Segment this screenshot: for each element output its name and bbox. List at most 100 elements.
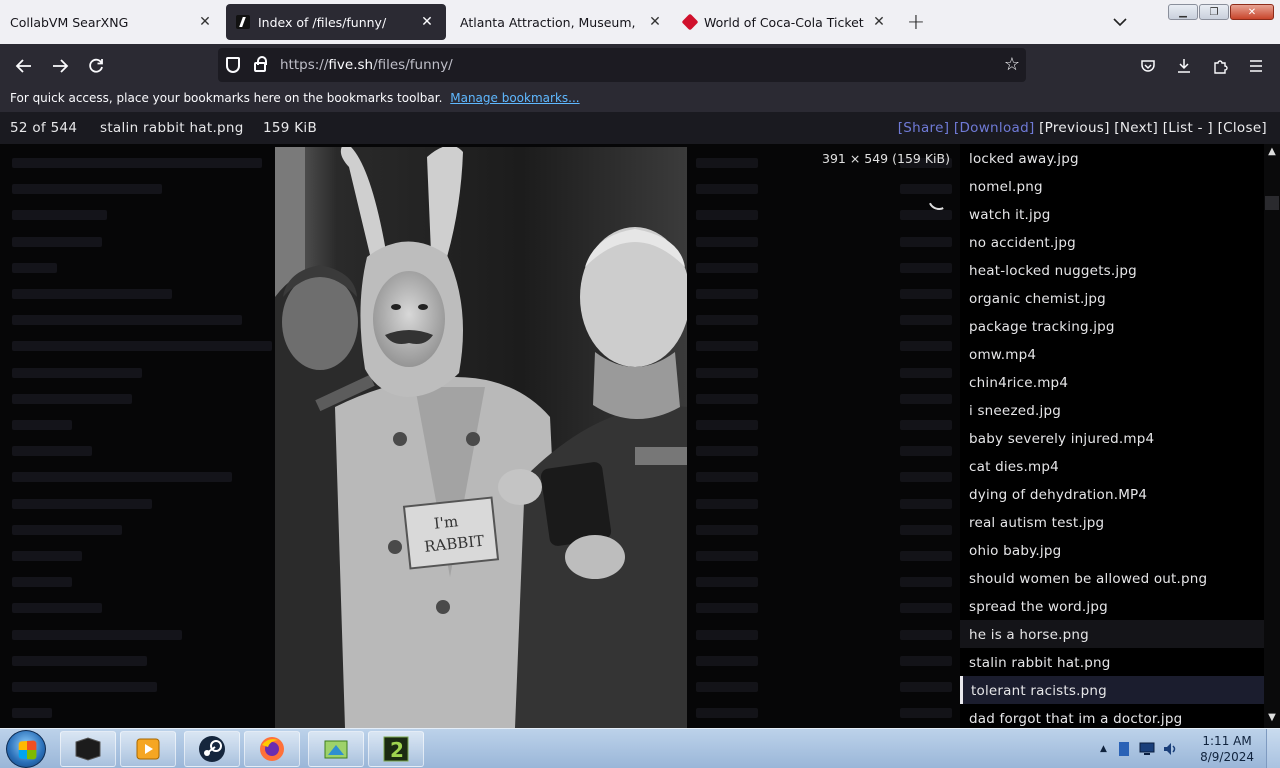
close-tab-icon[interactable]: ✕ bbox=[196, 13, 214, 31]
paint-app-icon bbox=[324, 740, 348, 759]
extensions-button[interactable] bbox=[1206, 52, 1234, 80]
file-list-item[interactable]: spread the word.jpg bbox=[960, 592, 1264, 620]
tab-world-of-coca-cola[interactable]: World of Coca-Cola Ticketing S ✕ bbox=[674, 4, 898, 40]
scrollbar-thumb[interactable] bbox=[1265, 196, 1279, 210]
close-tab-icon[interactable]: ✕ bbox=[646, 13, 664, 31]
background-listing-date-placeholder bbox=[696, 289, 758, 299]
manage-bookmarks-link[interactable]: Manage bookmarks... bbox=[450, 91, 579, 105]
file-list-item[interactable]: should women be allowed out.png bbox=[960, 564, 1264, 592]
page-content: 52 of 544 stalin rabbit hat.png 159 KiB … bbox=[0, 112, 1280, 728]
background-listing-date-placeholder bbox=[696, 446, 758, 457]
image-preview: I'm RABBIT bbox=[275, 147, 687, 728]
download-link[interactable]: [Download] bbox=[954, 120, 1035, 136]
file-list-item[interactable]: baby severely injured.mp4 bbox=[960, 424, 1264, 452]
background-listing-size-placeholder bbox=[900, 577, 952, 588]
network-shield-tray-icon[interactable] bbox=[1117, 741, 1131, 757]
background-listing-size-placeholder bbox=[900, 420, 952, 430]
close-tab-icon[interactable]: ✕ bbox=[870, 13, 888, 31]
tracking-protection-shield-icon[interactable] bbox=[226, 57, 240, 73]
share-link[interactable]: [Share] bbox=[898, 120, 950, 136]
restore-button[interactable]: ❐ bbox=[1199, 4, 1229, 20]
file-list-item[interactable]: locked away.jpg bbox=[960, 144, 1264, 172]
file-list-item[interactable]: stalin rabbit hat.png bbox=[960, 648, 1264, 676]
file-list-item[interactable]: chin4rice.mp4 bbox=[960, 368, 1264, 396]
taskbar-app-firefox[interactable] bbox=[244, 731, 300, 767]
reload-button[interactable] bbox=[82, 52, 110, 80]
tab-collabvm-searxng[interactable]: CollabVM SearXNG ✕ bbox=[0, 4, 224, 40]
file-list-item[interactable]: heat-locked nuggets.jpg bbox=[960, 256, 1264, 284]
file-list-item[interactable]: dad forgot that im a doctor.jpg bbox=[960, 704, 1264, 728]
file-list-item[interactable]: package tracking.jpg bbox=[960, 312, 1264, 340]
pocket-button[interactable] bbox=[1134, 52, 1162, 80]
tab-atlanta-attraction[interactable]: Atlanta Attraction, Museum, & Venu ✕ bbox=[450, 4, 674, 40]
taskbar-clock[interactable]: 1:11 AM 8/9/2024 bbox=[1200, 733, 1254, 765]
list-toggle-button[interactable]: [List - ] bbox=[1163, 120, 1213, 136]
file-list-scrollbar[interactable]: ▲ ▼ bbox=[1264, 144, 1280, 728]
file-list-item[interactable]: i sneezed.jpg bbox=[960, 396, 1264, 424]
background-listing-size-placeholder bbox=[900, 341, 952, 352]
file-list-item[interactable]: no accident.jpg bbox=[960, 228, 1264, 256]
forward-button[interactable] bbox=[46, 52, 74, 80]
file-list-item[interactable]: cat dies.mp4 bbox=[960, 452, 1264, 480]
background-listing-date-placeholder bbox=[696, 498, 758, 509]
background-listing-date-placeholder bbox=[696, 184, 758, 195]
background-listing-date-placeholder bbox=[696, 262, 758, 273]
tab-label: CollabVM SearXNG bbox=[10, 14, 129, 30]
background-listing-name-placeholder bbox=[12, 551, 82, 561]
media-player-icon bbox=[136, 738, 160, 760]
svg-text:2: 2 bbox=[390, 738, 404, 762]
url-text[interactable]: https://five.sh/files/funny/ bbox=[280, 57, 453, 73]
new-tab-button[interactable]: + bbox=[898, 0, 934, 44]
show-desktop-button[interactable] bbox=[1266, 729, 1280, 768]
background-listing-date-placeholder bbox=[696, 682, 758, 692]
file-list-item[interactable]: tolerant racists.png bbox=[960, 676, 1264, 704]
app-menu-button[interactable] bbox=[1242, 52, 1270, 80]
close-tab-icon[interactable]: ✕ bbox=[418, 13, 436, 31]
file-list-item[interactable]: nomel.png bbox=[960, 172, 1264, 200]
taskbar-app-mw2[interactable]: 2 bbox=[368, 731, 424, 767]
background-listing-size-placeholder bbox=[900, 498, 952, 509]
tab-index-files-funny[interactable]: Index of /files/funny/ ✕ bbox=[226, 4, 446, 40]
monitor-tray-icon[interactable] bbox=[1139, 742, 1155, 756]
file-list-item[interactable]: real autism test.jpg bbox=[960, 508, 1264, 536]
list-all-tabs-chevron-icon[interactable] bbox=[1108, 10, 1132, 34]
scroll-down-arrow-icon[interactable]: ▼ bbox=[1264, 712, 1280, 726]
file-list-item[interactable]: watch it.jpg bbox=[960, 200, 1264, 228]
background-listing-name-placeholder bbox=[12, 184, 162, 195]
bookmark-star-icon[interactable]: ☆ bbox=[1004, 54, 1020, 75]
file-list-item[interactable]: omw.mp4 bbox=[960, 340, 1264, 368]
taskbar-app-paint[interactable] bbox=[308, 731, 364, 767]
background-listing-size-placeholder bbox=[900, 551, 952, 561]
url-path: /files/funny/ bbox=[373, 57, 453, 73]
start-button[interactable] bbox=[6, 730, 46, 768]
lock-icon[interactable] bbox=[254, 56, 267, 72]
current-filesize: 159 KiB bbox=[263, 120, 318, 136]
file-list-item[interactable]: ohio baby.jpg bbox=[960, 536, 1264, 564]
scroll-up-arrow-icon[interactable]: ▲ bbox=[1264, 146, 1280, 160]
address-bar[interactable]: https://five.sh/files/funny/ ☆ bbox=[218, 48, 1026, 82]
background-listing-size-placeholder bbox=[900, 393, 952, 404]
background-listing-date-placeholder bbox=[696, 210, 758, 221]
file-list-item[interactable]: dying of dehydration.MP4 bbox=[960, 480, 1264, 508]
minimize-button[interactable]: ▁ bbox=[1168, 4, 1198, 20]
taskbar-app-media-player[interactable] bbox=[120, 731, 176, 767]
file-list-item[interactable]: he is a horse.png bbox=[960, 620, 1264, 648]
taskbar-app-terminal[interactable] bbox=[60, 731, 116, 767]
background-listing-date-placeholder bbox=[696, 420, 758, 430]
taskbar-app-steam[interactable] bbox=[184, 731, 240, 767]
downloads-button[interactable] bbox=[1170, 52, 1198, 80]
background-listing-size-placeholder bbox=[900, 708, 952, 719]
show-hidden-icons-arrow-icon[interactable]: ▲ bbox=[1100, 744, 1107, 754]
next-button[interactable]: [Next] bbox=[1114, 120, 1158, 136]
close-viewer-button[interactable]: [Close] bbox=[1218, 120, 1267, 136]
back-button[interactable] bbox=[10, 52, 38, 80]
background-listing-name-placeholder bbox=[12, 708, 52, 719]
previous-button[interactable]: [Previous] bbox=[1039, 120, 1110, 136]
download-icon bbox=[1178, 59, 1190, 73]
url-domain: five.sh bbox=[328, 57, 374, 73]
volume-tray-icon[interactable] bbox=[1163, 742, 1179, 756]
close-window-button[interactable]: ✕ bbox=[1230, 4, 1274, 20]
background-listing-name-placeholder bbox=[12, 655, 147, 666]
file-list-item[interactable]: organic chemist.jpg bbox=[960, 284, 1264, 312]
current-filename: stalin rabbit hat.png bbox=[100, 120, 244, 136]
